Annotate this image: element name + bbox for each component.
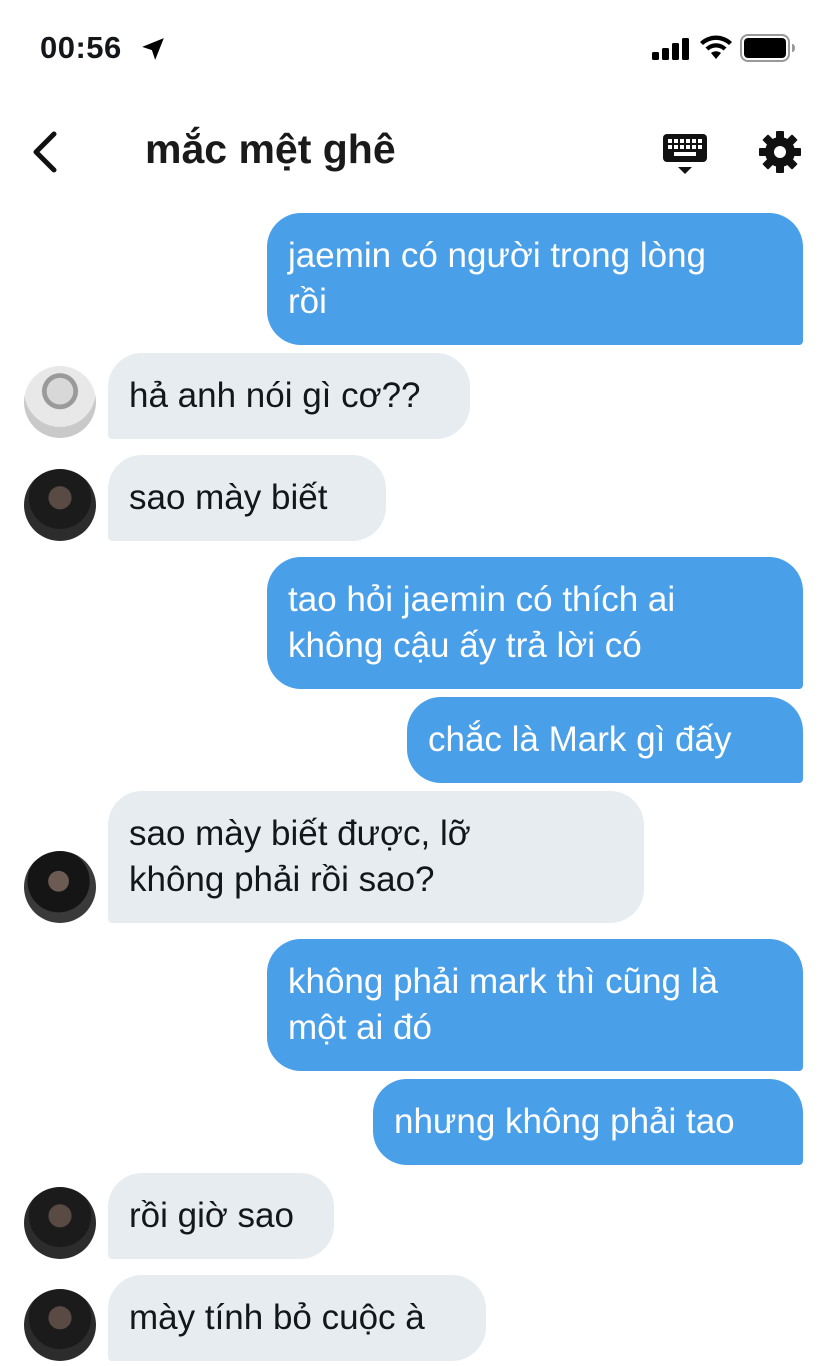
message-bubble-outgoing[interactable]: chắc là Mark gì đấy [407, 697, 803, 783]
message-bubble-outgoing[interactable]: jaemin có người trong lòng rồi [267, 213, 803, 345]
message-bubble-incoming[interactable]: hả anh nói gì cơ?? [108, 353, 470, 439]
message-bubble-incoming[interactable]: sao mày biết được, lỡ không phải rồi sao… [108, 791, 644, 923]
message-bubble-incoming[interactable]: sao mày biết [108, 455, 386, 541]
message-bubble-outgoing[interactable]: tao hỏi jaemin có thích ai không cậu ấy … [267, 557, 803, 689]
message-bubble-outgoing[interactable]: không phải mark thì cũng là một ai đó [267, 939, 803, 1071]
message-thread: jaemin có người trong lòng rồi hả anh nó… [0, 0, 828, 1366]
contact-avatar[interactable] [24, 851, 96, 923]
contact-avatar[interactable] [24, 366, 96, 438]
contact-avatar[interactable] [24, 1289, 96, 1361]
message-bubble-incoming[interactable]: mày tính bỏ cuộc à [108, 1275, 486, 1361]
contact-avatar[interactable] [24, 469, 96, 541]
contact-avatar[interactable] [24, 1187, 96, 1259]
message-bubble-incoming[interactable]: rồi giờ sao [108, 1173, 334, 1259]
message-bubble-outgoing[interactable]: nhưng không phải tao [373, 1079, 803, 1165]
